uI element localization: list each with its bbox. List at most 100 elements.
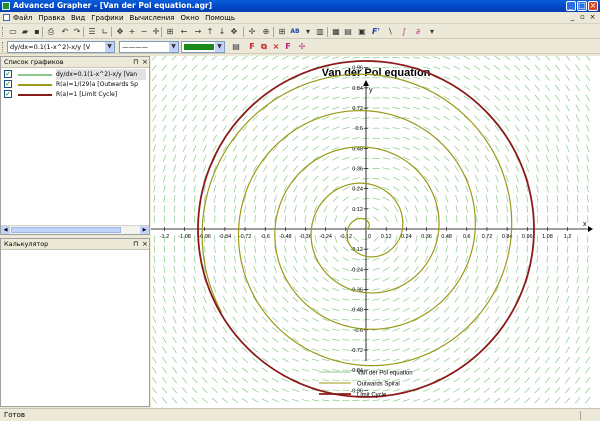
zoom-tool-icon[interactable]: ⊕	[260, 26, 272, 38]
x-tick-label: 0.96	[522, 234, 533, 240]
slope-segment	[473, 397, 481, 403]
color-select[interactable]: ▼	[181, 41, 225, 53]
x-axis-label: x	[583, 221, 587, 228]
menu-item[interactable]: Файл	[13, 13, 32, 23]
minimize-button[interactable]: _	[566, 1, 576, 11]
slope-segment	[163, 275, 166, 284]
axes-icon[interactable]: ∟	[99, 26, 111, 38]
move-icon[interactable]: ✥	[114, 26, 126, 38]
more-icon[interactable]: ▾	[426, 26, 438, 38]
delete-graph-icon[interactable]: ×	[270, 41, 282, 53]
graph-icon[interactable]: ▦	[330, 26, 342, 38]
calc-icon[interactable]: ▤	[342, 26, 354, 38]
mdi-minimize-button[interactable]: _	[568, 13, 577, 22]
integral-icon[interactable]: ∫	[398, 26, 410, 38]
close-icon[interactable]: ×	[142, 239, 148, 250]
redo-icon[interactable]: ↷	[71, 26, 83, 38]
graph-list-scrollbar[interactable]: ◀ ▶	[1, 225, 149, 234]
menu-item[interactable]: Вычисления	[130, 13, 175, 23]
slope-segment	[152, 144, 156, 152]
graph-list-panel: Список графиков ⊓ × ✓ dy/dx=0.1(1-x^2)-x/…	[0, 56, 150, 235]
menu-item[interactable]: Графики	[91, 13, 123, 23]
slope-segment	[546, 245, 549, 253]
slope-segment	[525, 164, 529, 173]
menu-items: Файл Правка Вид Графики Вычисления Окно Помощь	[13, 13, 235, 23]
slope-segment	[312, 328, 320, 332]
grid-icon[interactable]: ⊞	[276, 26, 288, 38]
table-icon[interactable]: ▥	[314, 26, 326, 38]
add-graph-icon[interactable]: F	[246, 41, 258, 53]
slope-segment	[222, 336, 228, 343]
zoom-in-icon[interactable]: +	[126, 26, 138, 38]
slope-segment	[524, 94, 530, 102]
slope-segment	[473, 105, 480, 111]
pin-icon[interactable]: ✢	[296, 41, 308, 53]
line-style-select[interactable]: ———— ▼	[119, 41, 179, 53]
slope-segment	[372, 177, 380, 180]
slope-segment	[393, 205, 399, 213]
slope-segment	[536, 245, 539, 253]
slope-segment	[465, 205, 468, 213]
dropdown-icon[interactable]: ▾	[302, 26, 314, 38]
close-icon[interactable]: ×	[142, 57, 148, 68]
slope-segment	[183, 245, 186, 253]
maximize-button[interactable]: □	[577, 1, 587, 11]
menu-item[interactable]: Правка	[38, 13, 65, 23]
scroll-right-icon[interactable]: ▶	[140, 226, 149, 234]
function-icon[interactable]: F'	[370, 26, 382, 38]
slope-segment	[284, 215, 287, 223]
scroll-left-icon[interactable]: ◀	[1, 226, 10, 234]
pin-icon[interactable]: ⊓	[133, 57, 138, 68]
slope-segment	[585, 376, 591, 384]
undo-icon[interactable]: ↶	[59, 26, 71, 38]
copy-graph-icon[interactable]: ⧉	[258, 41, 270, 53]
slope-segment	[585, 387, 591, 394]
menu-item[interactable]: Помощь	[205, 13, 235, 23]
close-button[interactable]: ×	[588, 1, 598, 11]
down-icon[interactable]: ↓	[216, 26, 228, 38]
slope-segment	[534, 346, 540, 354]
slope-segment	[302, 307, 309, 312]
pin-icon[interactable]: ⊓	[133, 239, 138, 250]
slope-segment	[231, 377, 239, 383]
fit-icon[interactable]: ⊞	[164, 26, 176, 38]
up-icon[interactable]: ↑	[204, 26, 216, 38]
format-icon[interactable]: ▣	[356, 26, 368, 38]
properties-icon[interactable]: ▤	[230, 41, 242, 53]
mdi-close-button[interactable]: ×	[588, 13, 597, 22]
zoom-out-icon[interactable]: −	[138, 26, 150, 38]
slope-segment	[514, 336, 520, 344]
graph-visible-checkbox[interactable]: ✓	[4, 80, 12, 88]
new-icon[interactable]: ▭	[7, 26, 19, 38]
crosshair-icon[interactable]: ✢	[246, 26, 258, 38]
menu-item[interactable]: Вид	[71, 13, 85, 23]
graph-visible-checkbox[interactable]: ✓	[4, 90, 12, 98]
right-icon[interactable]: →	[192, 26, 204, 38]
open-icon[interactable]: ▰	[19, 26, 31, 38]
menu-item[interactable]: Окно	[181, 13, 200, 23]
slope-segment	[282, 75, 289, 81]
list-icon[interactable]: ☰	[86, 26, 98, 38]
toolbar-grip[interactable]	[2, 42, 4, 52]
slope-segment	[332, 136, 340, 141]
print-icon[interactable]: ⎙	[45, 26, 57, 38]
text-icon[interactable]: AB	[288, 26, 302, 38]
graph-visible-checkbox[interactable]: ✓	[4, 70, 12, 78]
slope-segment	[152, 356, 157, 364]
scroll-thumb[interactable]	[11, 227, 121, 233]
left-icon[interactable]: ←	[178, 26, 190, 38]
slope-segment	[243, 175, 247, 183]
slope-segment	[254, 215, 256, 223]
mdi-restore-button[interactable]: ▫	[578, 13, 587, 22]
graph-list-item[interactable]: ✓ R(a)=1 [Limit Cycle]	[1, 89, 149, 100]
fx-icon[interactable]: F	[282, 41, 294, 53]
slope-segment	[252, 357, 259, 363]
pan-icon[interactable]: ✥	[228, 26, 240, 38]
toolbar-grip[interactable]	[2, 27, 4, 37]
graph-canvas[interactable]: Van der Pol equation x y 0 -1.2 -1.08 -0.96 -0.…	[141, 25, 600, 414]
slope-segment	[152, 114, 157, 122]
graph-select[interactable]: dy/dx=0.1(1-x^2)-x/y [V ▼	[7, 41, 115, 53]
slope-segment	[302, 65, 310, 70]
derivative-icon[interactable]: ∂	[412, 26, 424, 38]
tangent-icon[interactable]: ∖	[384, 26, 396, 38]
